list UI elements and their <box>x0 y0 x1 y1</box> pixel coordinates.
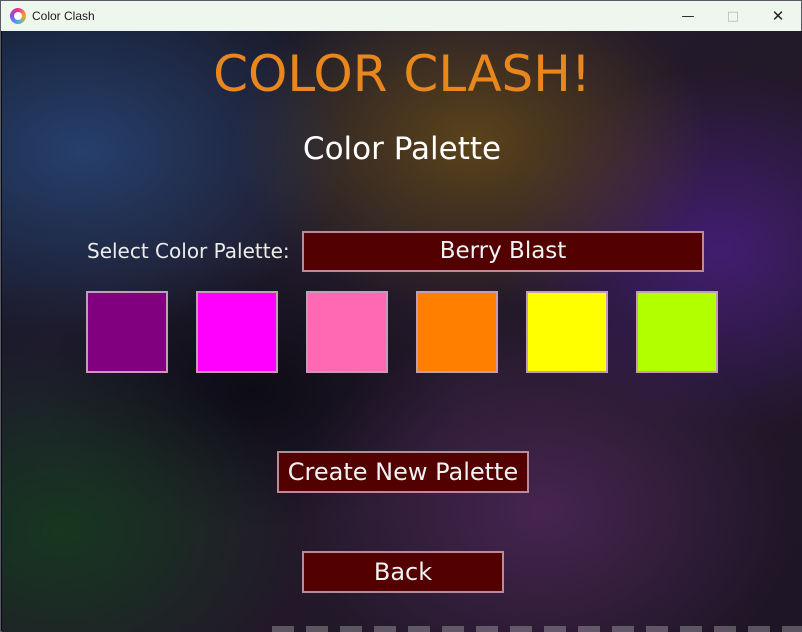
palette-select[interactable]: Berry Blast <box>302 231 704 272</box>
back-button[interactable]: Back <box>302 551 504 593</box>
minimize-icon[interactable]: — <box>665 1 711 31</box>
palette-swatch-1[interactable] <box>86 291 168 373</box>
title-bar[interactable]: Color Clash — □ ✕ <box>1 1 801 31</box>
close-icon[interactable]: ✕ <box>755 1 801 31</box>
page-title: Color Palette <box>302 131 502 167</box>
maximize-icon[interactable]: □ <box>710 1 756 31</box>
palette-swatch-3[interactable] <box>306 291 388 373</box>
background-decoration <box>272 626 802 632</box>
window-title: Color Clash <box>32 9 95 23</box>
game-title: COLOR CLASH! <box>213 45 591 103</box>
palette-swatch-6[interactable] <box>636 291 718 373</box>
palette-swatch-5[interactable] <box>526 291 608 373</box>
app-window: Color Clash — □ ✕ COLOR CLASH! Color Pal… <box>0 0 802 632</box>
palette-swatch-2[interactable] <box>196 291 278 373</box>
palette-select-label: Select Color Palette: <box>87 239 290 263</box>
app-icon <box>10 8 26 24</box>
create-new-palette-button[interactable]: Create New Palette <box>277 451 529 493</box>
palette-swatch-4[interactable] <box>416 291 498 373</box>
game-canvas: COLOR CLASH! Color Palette Select Color … <box>2 31 802 632</box>
